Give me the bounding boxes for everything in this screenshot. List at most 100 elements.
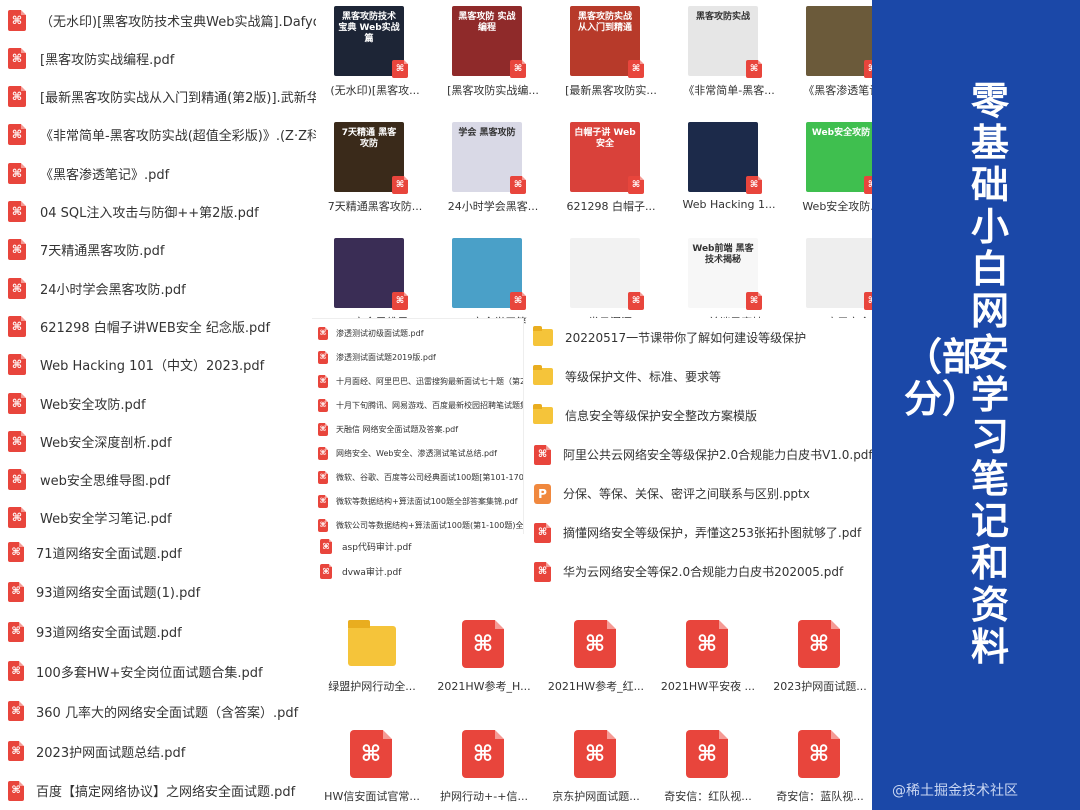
file-row[interactable]: ⌘ asp代码审计.pdf (312, 534, 528, 559)
pdf-icon: ⌘ (798, 620, 840, 668)
file-thumbnail[interactable]: 黑客攻防实战 从入门到精通 ⌘ [最新黑客攻防实... (556, 2, 666, 110)
file-thumbnail[interactable]: ⌘Web应用安全权... (792, 234, 872, 324)
file-name: 93道网络安全面试题.pdf (36, 626, 182, 642)
file-row[interactable]: ⌘ 621298 白帽子讲WEB安全 纪念版.pdf (0, 307, 316, 345)
file-row[interactable]: ⌘ 天融信 网络安全面试题及答案.pdf (312, 417, 523, 441)
file-thumbnail[interactable]: Web安全攻防 ⌘ Web安全攻防.pdf (792, 118, 872, 226)
cover-text: 黑客攻防实战 (695, 12, 750, 22)
file-row[interactable]: ⌘ （无水印)[黑客攻防技术宝典Web实战篇].Dafydd.Stut (0, 1, 316, 39)
file-row[interactable]: ⌘ 百度【搞定网络协议】之网络安全面试题.pdf (0, 771, 316, 810)
file-tile[interactable]: ⌘ 护网行动+-+信... (428, 730, 540, 810)
file-thumbnail[interactable]: 白帽子讲 Web安全 ⌘ 621298 白帽子... (556, 118, 666, 226)
file-tile[interactable]: ⌘ 2023护网面试题... (764, 620, 872, 720)
file-row[interactable]: ⌘ 71道网络安全面试题.pdf (0, 532, 316, 572)
pdf-icon: ⌘ (8, 780, 24, 801)
file-row[interactable]: ⌘ 7天精通黑客攻防.pdf (0, 231, 316, 269)
file-name: 微软等数据结构+算法面试100题全部答案集锦.pdf (336, 496, 518, 506)
file-row[interactable]: ⌘ 阿里公共云网络安全等级保护2.0合规能力白皮书V1.0.pdf (526, 435, 872, 474)
file-name: 分保、等保、关保、密评之间联系与区别.pptx (563, 487, 810, 501)
file-name: asp代码审计.pdf (342, 543, 412, 553)
file-row[interactable]: P 分保、等保、关保、密评之间联系与区别.pptx (526, 474, 872, 513)
file-thumbnail[interactable]: ⌘ Web Hacking 1... (674, 118, 784, 226)
file-row[interactable]: ⌘ Web Hacking 101（中文）2023.pdf (0, 346, 316, 384)
file-thumbnail[interactable]: 黑客攻防技术宝典 Web实战篇 ⌘ (无水印)[黑客攻... (320, 2, 430, 110)
file-row[interactable]: ⌘ 十月下旬腾讯、网易游戏、百度最新校园招聘笔试题集锦(... (312, 393, 523, 417)
cover-text: Web安全攻防 (811, 128, 871, 138)
pdf-icon: ⌘ (392, 176, 408, 194)
file-row[interactable]: ⌘ 24小时学会黑客攻防.pdf (0, 269, 316, 307)
pdf-icon: ⌘ (318, 446, 328, 460)
banner-subtitle: （部分） (904, 335, 981, 421)
file-row[interactable]: ⌘ 十月面经、阿里巴巴、迅雷搜狗最新面试七十题（第201-... (312, 369, 523, 393)
file-row[interactable]: ⌘ 《非常简单-黑客攻防实战(超值全彩版)》.(Z·Z科普联盟 (0, 116, 316, 154)
pdf-icon: ⌘ (318, 350, 328, 364)
file-tile[interactable]: ⌘ 京东护网面试题... (540, 730, 652, 810)
file-name: 2023护网面试题总结.pdf (36, 745, 186, 761)
file-thumbnail[interactable]: 黑客攻防 实战编程 ⌘ [黑客攻防实战编... (438, 2, 548, 110)
file-row[interactable]: ⌘ Web安全攻防.pdf (0, 384, 316, 422)
file-row[interactable]: ⌘ 《黑客渗透笔记》.pdf (0, 154, 316, 192)
pdf-icon: ⌘ (318, 518, 328, 532)
pdf-icon: ⌘ (8, 469, 26, 491)
folder-row[interactable]: 等级保护文件、标准、要求等 (526, 357, 872, 396)
cover-image: Web安全攻防 (806, 122, 872, 192)
file-name: 天融信 网络安全面试题及答案.pdf (336, 424, 459, 434)
file-caption: 护网行动+-+信... (440, 790, 528, 803)
file-thumbnail[interactable]: 黑客攻防实战 ⌘ 《非常简单-黑客... (674, 2, 784, 110)
file-row[interactable]: ⌘ [最新黑客攻防实战从入门到精通(第2版)].武新华等.扫描 (0, 78, 316, 116)
file-thumbnail[interactable]: ⌘ 《黑客渗透笔记... (792, 2, 872, 110)
file-row[interactable]: ⌘ Web安全深度剖析.pdf (0, 422, 316, 460)
pdf-icon: ⌘ (798, 730, 840, 778)
cover-text: 黑客攻防实战 从入门到精通 (577, 12, 632, 33)
file-tile[interactable]: ⌘ 奇安信：红队视... (652, 730, 764, 810)
file-row[interactable]: ⌘ web安全思维导图.pdf (0, 461, 316, 499)
file-row[interactable]: ⌘ 100多套HW+安全岗位面试题合集.pdf (0, 651, 316, 691)
file-row[interactable]: ⌘ 93道网络安全面试题(1).pdf (0, 572, 316, 612)
file-name: 《非常简单-黑客攻防实战(超值全彩版)》.(Z·Z科普联盟 (40, 129, 316, 145)
cover-text: 7天精通 黑客攻防 (341, 128, 397, 149)
file-row[interactable]: ⌘ dvwa审计.pdf (312, 559, 528, 584)
file-row[interactable]: ⌘ 2023护网面试题总结.pdf (0, 731, 316, 771)
file-thumbnail[interactable]: 7天精通 黑客攻防 ⌘ 7天精通黑客攻防... (320, 118, 430, 226)
file-row[interactable]: ⌘ [黑客攻防实战编程.pdf (0, 39, 316, 77)
file-name: （无水印)[黑客攻防技术宝典Web实战篇].Dafydd.Stut (40, 14, 316, 30)
pdf-icon: ⌘ (8, 392, 26, 414)
file-caption: 绿盟护网行动全... (328, 680, 416, 693)
file-row[interactable]: ⌘ 微软、谷歌、百度等公司经典面试100题[第101-170题].p... (312, 465, 523, 489)
file-tile[interactable]: ⌘ 奇安信：蓝队视... (764, 730, 872, 810)
file-thumbnail[interactable]: ⌘web安全思维导... (320, 234, 430, 324)
file-thumbnail[interactable]: ⌘web常见漏洞.png (556, 234, 666, 324)
file-name: 24小时学会黑客攻防.pdf (40, 282, 186, 298)
file-thumbnail[interactable]: 学会 黑客攻防 ⌘ 24小时学会黑客... (438, 118, 548, 226)
file-name: 网络安全、Web安全、渗透测试笔试总结.pdf (336, 448, 497, 458)
file-name: 04 SQL注入攻击与防御++第2版.pdf (40, 206, 259, 221)
file-row[interactable]: ⌘ 360 几率大的网络安全面试题（含答案）.pdf (0, 691, 316, 731)
pdf-icon: ⌘ (864, 176, 872, 194)
file-thumbnail[interactable]: Web前端 黑客技术揭秘⌘Web前端黑客技... (674, 234, 784, 324)
file-row[interactable]: ⌘ 微软公司等数据结构+算法面试100题(第1-100题)全部出... (312, 513, 523, 534)
folder-row[interactable]: 信息安全等级保护安全整改方案模版 (526, 396, 872, 435)
file-row[interactable]: ⌘ 摘懂网络安全等级保护，弄懂这253张拓扑图就够了.pdf (526, 513, 872, 552)
file-row[interactable]: ⌘ Web安全学习笔记.pdf (0, 499, 316, 532)
file-row[interactable]: ⌘ 微软等数据结构+算法面试100题全部答案集锦.pdf (312, 489, 523, 513)
file-caption: Web Hacking 1... (682, 198, 776, 211)
file-row[interactable]: ⌘ 04 SQL注入攻击与防御++第2版.pdf (0, 193, 316, 231)
file-tile[interactable]: ⌘ 2021HW平安夜 ... (652, 620, 764, 720)
file-name: 信息安全等级保护安全整改方案模版 (565, 409, 758, 423)
pdf-icon: ⌘ (8, 239, 26, 261)
file-thumbnail[interactable]: ⌘Web安全学习笔... (438, 234, 548, 324)
file-tile[interactable]: ⌘ 2021HW参考_红... (540, 620, 652, 720)
file-caption: 《非常简单-黑客... (683, 84, 775, 97)
pdf-icon: ⌘ (8, 430, 26, 452)
pdf-icon: ⌘ (318, 374, 328, 388)
file-row[interactable]: ⌘ 网络安全、Web安全、渗透测试笔试总结.pdf (312, 441, 523, 465)
file-row[interactable]: ⌘ 渗透测试面试题2019版.pdf (312, 345, 523, 369)
file-tile[interactable]: ⌘ HW信安面试官常... (316, 730, 428, 810)
folder-tile[interactable]: 绿盟护网行动全... (316, 620, 428, 720)
file-row[interactable]: ⌘ 华为云网络安全等保2.0合规能力白皮书202005.pdf (526, 552, 872, 591)
file-row[interactable]: ⌘ 渗透测试初级面试题.pdf (312, 321, 523, 345)
folder-row[interactable]: 20220517一节课带你了解如何建设等级保护 (526, 318, 872, 357)
pdf-icon: ⌘ (8, 701, 24, 722)
file-row[interactable]: ⌘ 93道网络安全面试题.pdf (0, 612, 316, 652)
file-tile[interactable]: ⌘ 2021HW参考_H... (428, 620, 540, 720)
